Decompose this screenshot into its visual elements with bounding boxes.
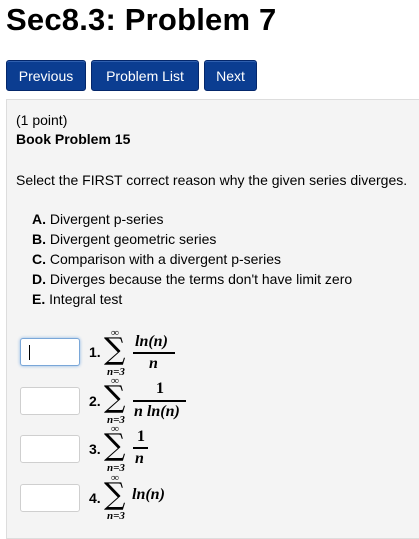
option-d: D. Diverges because the terms don't have… <box>32 271 352 287</box>
page-title: Sec8.3: Problem 7 <box>6 2 277 37</box>
point-value: (1 point) <box>16 112 68 128</box>
answer-input-4[interactable] <box>20 484 80 512</box>
option-c: C. Comparison with a divergent p-series <box>32 251 281 267</box>
text-caret <box>29 345 30 360</box>
fraction-denominator: n <box>135 450 144 467</box>
fraction-numerator: 1 <box>137 428 145 445</box>
option-a: A. Divergent p-series <box>32 211 164 227</box>
option-text: Diverges because the terms don't have li… <box>49 271 353 287</box>
problem-panel <box>6 99 419 539</box>
option-text: Integral test <box>49 291 123 307</box>
problem-list-button[interactable]: Problem List <box>91 60 199 91</box>
fraction-numerator: 1 <box>156 380 164 397</box>
fraction-denominator: n <box>149 355 158 372</box>
fraction-numerator: ln(n) <box>135 333 168 350</box>
fraction-bar <box>133 447 148 449</box>
fraction-bar <box>133 352 175 354</box>
option-b: B. Divergent geometric series <box>32 231 216 247</box>
option-letter: D. <box>32 271 46 287</box>
answer-input-3[interactable] <box>20 435 80 463</box>
option-letter: E. <box>32 291 46 307</box>
fraction-bar <box>133 400 186 402</box>
option-text: Comparison with a divergent p-series <box>49 251 281 267</box>
option-letter: A. <box>32 211 46 227</box>
answer-input-1[interactable] <box>20 338 80 366</box>
sigma-symbol: ∑ <box>104 428 126 463</box>
series-term: ln(n) <box>132 486 165 503</box>
previous-button[interactable]: Previous <box>6 60 86 91</box>
series-number: 2. <box>89 393 101 409</box>
next-button[interactable]: Next <box>204 60 257 91</box>
option-e: E. Integral test <box>32 291 122 307</box>
option-letter: B. <box>32 231 46 247</box>
option-text: Divergent p-series <box>49 211 164 227</box>
fraction-denominator: n ln(n) <box>134 403 180 420</box>
series-number: 4. <box>89 490 101 506</box>
series-number: 1. <box>89 344 101 360</box>
sigma-symbol: ∑ <box>104 332 126 367</box>
sigma-symbol: ∑ <box>104 380 126 415</box>
problem-prompt: Select the FIRST correct reason why the … <box>16 172 408 188</box>
sigma-symbol: ∑ <box>104 477 126 512</box>
option-letter: C. <box>32 251 46 267</box>
sum-lower-limit: n=3 <box>107 510 125 522</box>
answer-input-2[interactable] <box>20 387 80 415</box>
option-text: Divergent geometric series <box>49 231 217 247</box>
book-problem-label: Book Problem 15 <box>16 131 131 147</box>
series-number: 3. <box>89 441 101 457</box>
